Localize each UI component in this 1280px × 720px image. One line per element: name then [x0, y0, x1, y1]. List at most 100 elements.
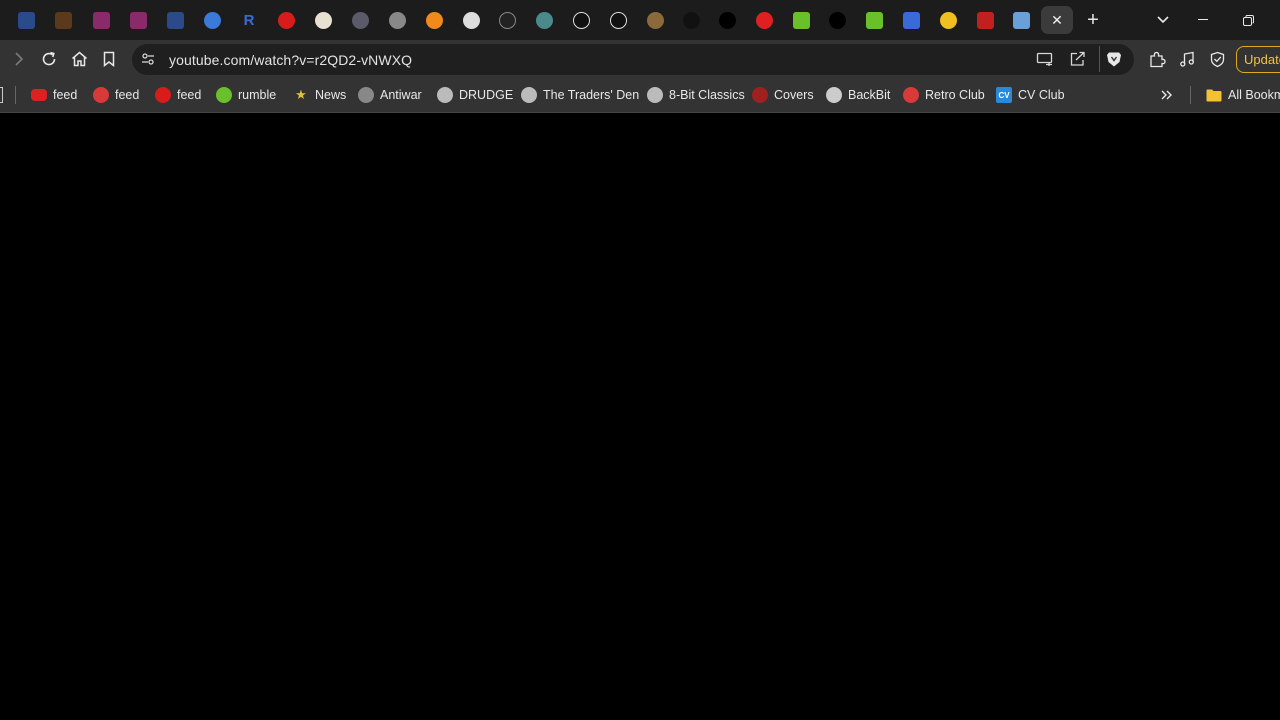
rt-icon: [792, 11, 810, 29]
bookmarks-bar: feed feed feed rumble ★ News Antiwar DRUDGE The …: [0, 78, 1280, 113]
minimize-icon: [1198, 19, 1208, 20]
drudge-icon: [437, 87, 453, 103]
browser-tab[interactable]: [86, 6, 116, 34]
bookmark-item[interactable]: Retro Club: [903, 85, 985, 105]
browser-tab[interactable]: [603, 6, 633, 34]
news-logo-icon: [92, 11, 110, 29]
site-info-button[interactable]: [141, 52, 155, 71]
browser-tab[interactable]: R: [234, 6, 264, 34]
media-controls-button[interactable]: [1176, 48, 1198, 70]
browser-tab[interactable]: [970, 6, 1000, 34]
bookmark-label: Antiwar: [380, 88, 422, 102]
flag-icon: [976, 11, 994, 29]
share-button[interactable]: [1069, 51, 1086, 72]
ship-icon: [647, 87, 663, 103]
brave-lion-icon: [1107, 52, 1121, 67]
empty-circle-icon: [498, 11, 516, 29]
browser-tab[interactable]: [382, 6, 412, 34]
bookmark-item[interactable]: BackBit: [826, 85, 890, 105]
chevron-down-icon: [1157, 16, 1169, 24]
browser-tab[interactable]: [676, 6, 706, 34]
bookmarks-divider: [1190, 86, 1191, 104]
browser-tab[interactable]: [712, 6, 742, 34]
r-letter-icon: R: [243, 11, 255, 29]
browser-tab[interactable]: [492, 6, 522, 34]
bookmark-item[interactable]: Covers: [752, 85, 814, 105]
url-text[interactable]: youtube.com/watch?v=r2QD2-vNWXQ: [169, 52, 412, 68]
new-tab-button[interactable]: +: [1081, 8, 1105, 32]
cast-icon: [1036, 52, 1053, 66]
bookmark-item[interactable]: feed: [155, 85, 201, 105]
skull-icon: [314, 11, 332, 29]
brave-shields-button[interactable]: [1106, 51, 1122, 73]
active-tab[interactable]: ✕: [1041, 6, 1073, 34]
ups-icon: [54, 11, 72, 29]
bookmark-item[interactable]: 8-Bit Classics: [647, 85, 745, 105]
browser-tab[interactable]: [123, 6, 153, 34]
rumble-icon: [216, 87, 232, 103]
mail-icon: [166, 11, 184, 29]
music-note-icon: [1180, 51, 1194, 67]
browser-tab[interactable]: [566, 6, 596, 34]
reload-button[interactable]: [38, 48, 60, 70]
browser-tab[interactable]: [896, 6, 926, 34]
bookmark-item[interactable]: rumble: [216, 85, 276, 105]
tab-search-button[interactable]: [1151, 8, 1175, 32]
omnibox-divider: [1099, 46, 1100, 72]
antiwar-icon: [358, 87, 374, 103]
vpn-button[interactable]: [1206, 48, 1228, 70]
browser-tab[interactable]: [529, 6, 559, 34]
bookmark-label: CV Club: [1018, 88, 1065, 102]
star-icon: ★: [295, 87, 307, 102]
star-icon: [939, 11, 957, 29]
bookmark-item[interactable]: DRUDGE: [437, 85, 513, 105]
browser-tab[interactable]: [749, 6, 779, 34]
browser-tab[interactable]: [419, 6, 449, 34]
bookmark-item[interactable]: feed: [31, 85, 77, 105]
bookmark-item[interactable]: The Traders' Den: [521, 85, 639, 105]
home-button[interactable]: [68, 48, 90, 70]
forward-button[interactable]: [8, 48, 30, 70]
browser-tab[interactable]: [456, 6, 486, 34]
browser-tab[interactable]: [160, 6, 190, 34]
bookmark-icon: [103, 51, 115, 67]
dark-circle-icon: [682, 11, 700, 29]
all-bookmarks-button[interactable]: All Bookmarks: [1206, 85, 1280, 105]
address-bar[interactable]: youtube.com/watch?v=r2QD2-vNWXQ: [132, 44, 1134, 75]
extensions-button[interactable]: [1146, 48, 1168, 70]
browser-tab[interactable]: [640, 6, 670, 34]
browser-tab[interactable]: [859, 6, 889, 34]
browser-tab[interactable]: [1006, 6, 1036, 34]
update-button[interactable]: Update: [1236, 46, 1280, 73]
minimize-button[interactable]: [1191, 8, 1215, 32]
restore-button[interactable]: [1236, 8, 1260, 32]
close-icon[interactable]: ✕: [1051, 13, 1063, 27]
browser-tab[interactable]: [271, 6, 301, 34]
browser-tab[interactable]: [345, 6, 375, 34]
bookmark-label: feed: [53, 88, 78, 102]
h-letter-icon: [572, 11, 590, 29]
bookmark-item[interactable]: ★ News: [293, 85, 346, 105]
bookmark-item[interactable]: CV CV Club: [996, 85, 1065, 105]
browser-tab[interactable]: [308, 6, 338, 34]
cast-button[interactable]: [1036, 51, 1054, 72]
bookmark-page-button[interactable]: [98, 48, 120, 70]
youtube-icon: [31, 89, 47, 101]
retro-icon: [903, 87, 919, 103]
bookmark-label: The Traders' Den: [543, 88, 640, 102]
browser-tab[interactable]: [786, 6, 816, 34]
bookmarks-divider: [15, 86, 16, 104]
shield-blue-icon: [203, 11, 221, 29]
browser-tab[interactable]: [197, 6, 227, 34]
browser-tab[interactable]: [11, 6, 41, 34]
m-letter-icon: [609, 11, 627, 29]
page-content[interactable]: [0, 114, 1280, 720]
browser-tab[interactable]: [822, 6, 852, 34]
bookmarks-overflow-button[interactable]: [1158, 86, 1176, 104]
number-icon: [718, 11, 736, 29]
bookmark-item[interactable]: Antiwar: [358, 85, 422, 105]
share-icon: [1070, 51, 1085, 66]
bookmark-item[interactable]: feed: [93, 85, 139, 105]
browser-tab[interactable]: [48, 6, 78, 34]
browser-tab[interactable]: [933, 6, 963, 34]
